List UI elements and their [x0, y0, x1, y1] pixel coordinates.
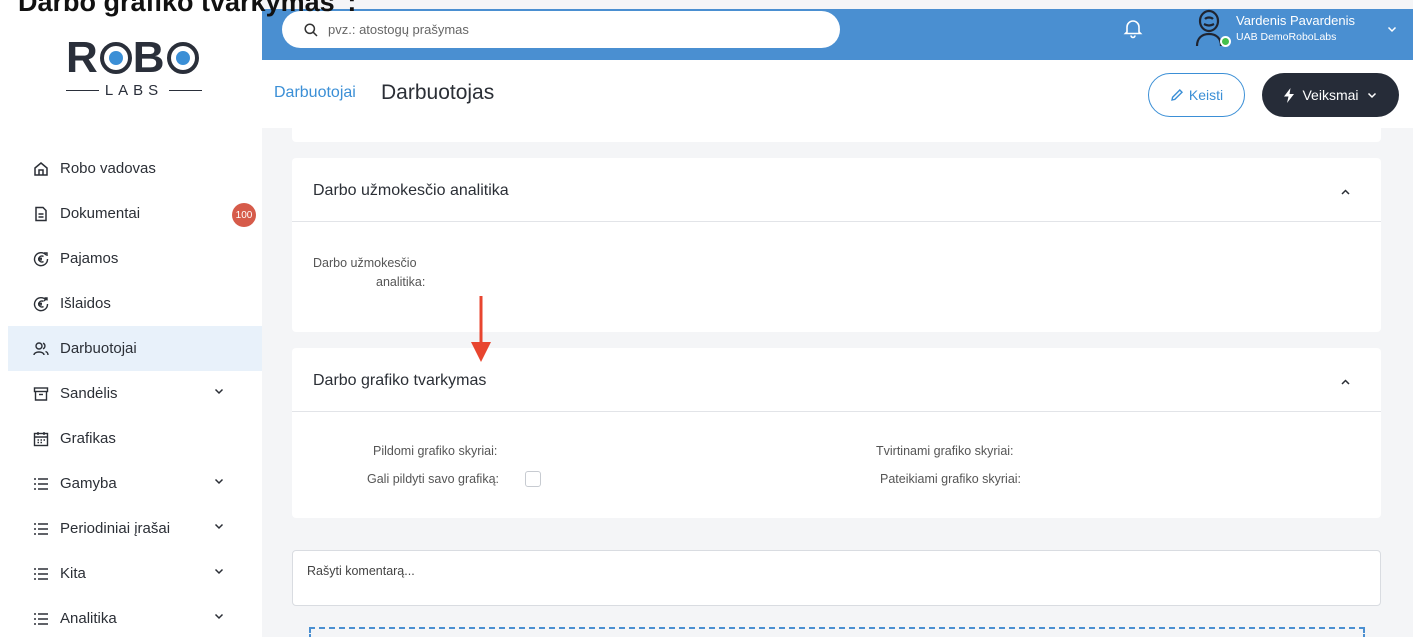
salary-analytics-header[interactable]: Darbo užmokesčio analitika [292, 158, 1381, 222]
sidebar-item-label: Gamyba [60, 475, 117, 492]
search-icon [304, 22, 318, 37]
euro-in-icon [33, 251, 49, 267]
list-icon [33, 476, 49, 492]
archive-icon [33, 386, 49, 402]
sidebar: RB LABS Robo vadovas Dokumentai 100 Paja [0, 0, 262, 637]
search-input[interactable] [328, 22, 808, 37]
online-status-dot [1220, 36, 1231, 47]
confirm-departments-label: Tvirtinami grafiko skyriai: [876, 444, 1014, 458]
comment-input[interactable] [307, 564, 1367, 592]
file-dropzone[interactable] [309, 627, 1365, 637]
sidebar-item-analitika[interactable]: Analitika [0, 596, 262, 637]
sidebar-item-label: Išlaidos [60, 295, 111, 312]
user-company[interactable]: UAB DemoRoboLabs [1236, 31, 1336, 43]
salary-analytics-label-line2: analitika: [376, 275, 426, 289]
sidebar-item-periodiniai-irasai[interactable]: Periodiniai įrašai [0, 506, 262, 551]
calendar-icon [33, 431, 49, 447]
chevron-down-icon [1367, 92, 1376, 99]
pencil-icon [1170, 89, 1183, 101]
edit-button-label: Keisti [1188, 87, 1224, 103]
chevron-down-icon[interactable] [213, 610, 225, 622]
list-icon [33, 611, 49, 627]
sidebar-item-kita[interactable]: Kita [0, 551, 262, 596]
sidebar-item-label: Analitika [60, 610, 117, 627]
user-name[interactable]: Vardenis Pavardenis [1236, 13, 1355, 28]
sidebar-item-grafikas[interactable]: Grafikas [0, 416, 262, 461]
list-icon [33, 566, 49, 582]
submit-departments-label: Pateikiami grafiko skyriai: [880, 472, 1022, 486]
notification-bell-icon[interactable] [1122, 17, 1144, 39]
comment-box[interactable] [292, 550, 1381, 606]
salary-analytics-label-line1: Darbo užmokesčio [313, 256, 417, 270]
logo-wordmark: RB [66, 36, 202, 80]
chevron-down-icon[interactable] [213, 565, 225, 577]
section-title: Darbo grafiko tvarkymas [313, 372, 487, 389]
sidebar-item-label: Kita [60, 565, 86, 582]
sidebar-item-gamyba[interactable]: Gamyba [0, 461, 262, 506]
sidebar-item-sandelis[interactable]: Sandėlis [0, 371, 262, 416]
page-header: Darbuotojai Darbuotojas Keisti Veiksmai [262, 60, 1413, 128]
chevron-up-icon[interactable] [1340, 187, 1351, 198]
sidebar-item-label: Sandėlis [60, 385, 118, 402]
list-icon [33, 521, 49, 537]
search-box[interactable] [282, 11, 840, 48]
sidebar-item-darbuotojai[interactable]: Darbuotojai [8, 326, 262, 371]
logo-subtitle: LABS [104, 82, 164, 99]
caption-title: Darbo grafiko tvarkymas": [18, 0, 357, 17]
breadcrumb-darbuotojai[interactable]: Darbuotojai [274, 84, 356, 102]
sidebar-item-label: Pajamos [60, 250, 119, 267]
chevron-down-icon[interactable] [1386, 23, 1398, 35]
sidebar-item-robo-vadovas[interactable]: Robo vadovas [0, 146, 262, 191]
edit-button[interactable]: Keisti [1148, 73, 1245, 117]
chevron-down-icon[interactable] [213, 385, 225, 397]
sidebar-item-islaidos[interactable]: Išlaidos [0, 281, 262, 326]
robolabs-logo[interactable]: RB LABS [66, 36, 203, 99]
can-fill-own-checkbox[interactable] [525, 471, 541, 487]
page-title: Darbuotojas [381, 81, 495, 104]
actions-button-label: Veiksmai [1302, 87, 1359, 103]
users-icon [33, 341, 49, 357]
salary-analytics-section: Darbo užmokesčio analitika Darbo užmokes… [292, 158, 1381, 332]
annotation-arrow-icon [471, 296, 491, 362]
previous-section-card [292, 128, 1381, 142]
fill-departments-label: Pildomi grafiko skyriai: [373, 444, 498, 458]
sidebar-item-label: Dokumentai [60, 205, 141, 222]
sidebar-item-label: Darbuotojai [60, 340, 137, 357]
document-icon [33, 206, 49, 222]
actions-dropdown-button[interactable]: Veiksmai [1262, 73, 1399, 117]
euro-out-icon [33, 296, 49, 312]
sidebar-item-label: Grafikas [60, 430, 116, 447]
sidebar-item-dokumentai[interactable]: Dokumentai 100 [0, 191, 262, 236]
schedule-management-header[interactable]: Darbo grafiko tvarkymas [292, 348, 1381, 412]
sidebar-nav: Robo vadovas Dokumentai 100 Pajamos Išla… [0, 146, 262, 637]
sidebar-item-label: Periodiniai įrašai [60, 520, 171, 537]
home-icon [33, 161, 49, 177]
chevron-up-icon[interactable] [1340, 377, 1351, 388]
section-title: Darbo užmokesčio analitika [313, 182, 509, 199]
top-bar: Vardenis Pavardenis UAB DemoRoboLabs [262, 9, 1413, 60]
schedule-management-section: Darbo grafiko tvarkymas Pildomi grafiko … [292, 348, 1381, 518]
sidebar-item-pajamos[interactable]: Pajamos [0, 236, 262, 281]
chevron-down-icon[interactable] [213, 520, 225, 532]
notification-badge: 100 [232, 203, 256, 227]
sidebar-item-label: Robo vadovas [60, 160, 156, 177]
chevron-down-icon[interactable] [213, 475, 225, 487]
lightning-icon [1284, 87, 1295, 103]
can-fill-own-label: Gali pildyti savo grafiką: [367, 472, 500, 486]
